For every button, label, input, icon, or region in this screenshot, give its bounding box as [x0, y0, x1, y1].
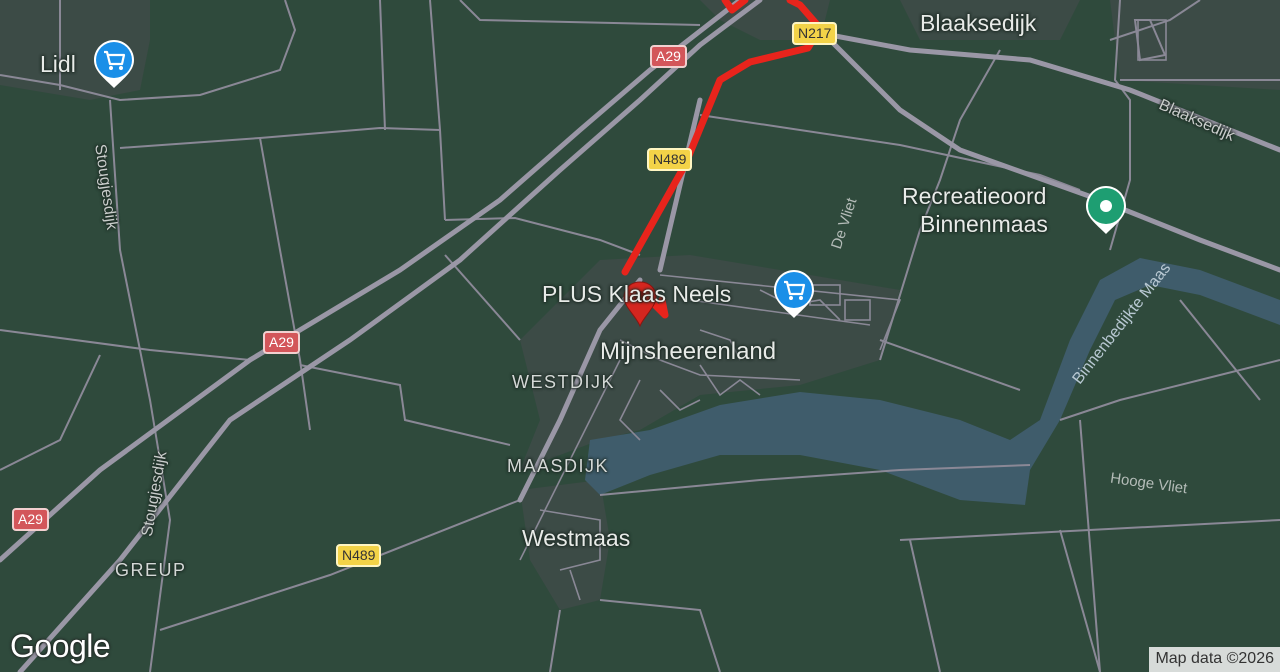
place-label-mijnsheerenland: Mijnsheerenland	[600, 338, 777, 365]
road-shield-a29: A29	[263, 331, 300, 354]
map-base-layer	[0, 0, 1280, 672]
place-label-blaaksedijk: Blaaksedijk	[920, 10, 1037, 36]
shopping-cart-icon[interactable]	[92, 38, 136, 88]
poi-label-lidl[interactable]: Lidl	[40, 51, 76, 78]
park-icon[interactable]	[1084, 184, 1128, 234]
poi-label-plus[interactable]: PLUS Klaas Neels	[542, 281, 731, 308]
poi-label-recreatieoord-line2[interactable]: Binnenmaas	[920, 211, 1048, 238]
shopping-cart-icon[interactable]	[772, 268, 816, 318]
road-shield-n489: N489	[647, 148, 693, 171]
poi-label-recreatieoord-line1[interactable]: Recreatieoord	[902, 183, 1046, 210]
district-label-westdijk: WESTDIJK	[512, 372, 616, 392]
google-logo: Google	[10, 628, 111, 664]
place-label-westmaas: Westmaas	[522, 525, 631, 551]
map-attribution[interactable]: Map data ©2026	[1149, 647, 1280, 672]
road-shield-a29: A29	[650, 45, 687, 68]
district-label-greup: GREUP	[115, 560, 187, 580]
road-shield-n489: N489	[336, 544, 382, 567]
road-shield-a29: A29	[12, 508, 49, 531]
road-shield-n217: N217	[792, 22, 838, 45]
map-canvas[interactable]: Mijnsheerenland Westmaas Blaaksedijk WES…	[0, 0, 1280, 672]
district-label-maasdijk: MAASDIJK	[507, 456, 610, 476]
